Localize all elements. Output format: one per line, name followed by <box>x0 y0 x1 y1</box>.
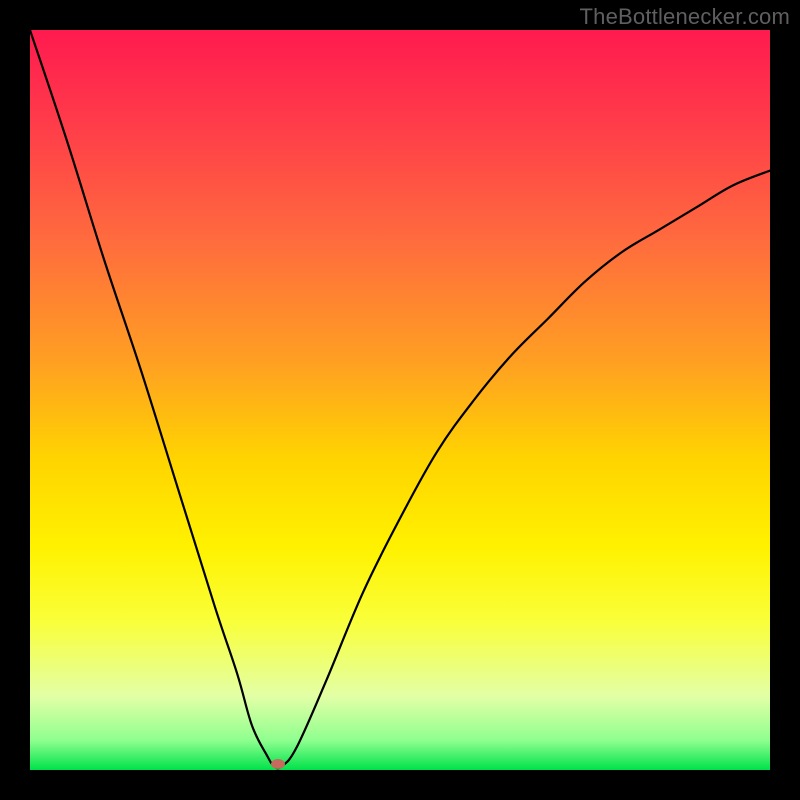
bottleneck-curve <box>30 30 770 770</box>
plot-area <box>30 30 770 770</box>
curve-path <box>30 30 770 768</box>
minimum-marker <box>271 759 285 769</box>
watermark-text: TheBottlenecker.com <box>580 4 790 30</box>
chart-frame: TheBottlenecker.com <box>0 0 800 800</box>
